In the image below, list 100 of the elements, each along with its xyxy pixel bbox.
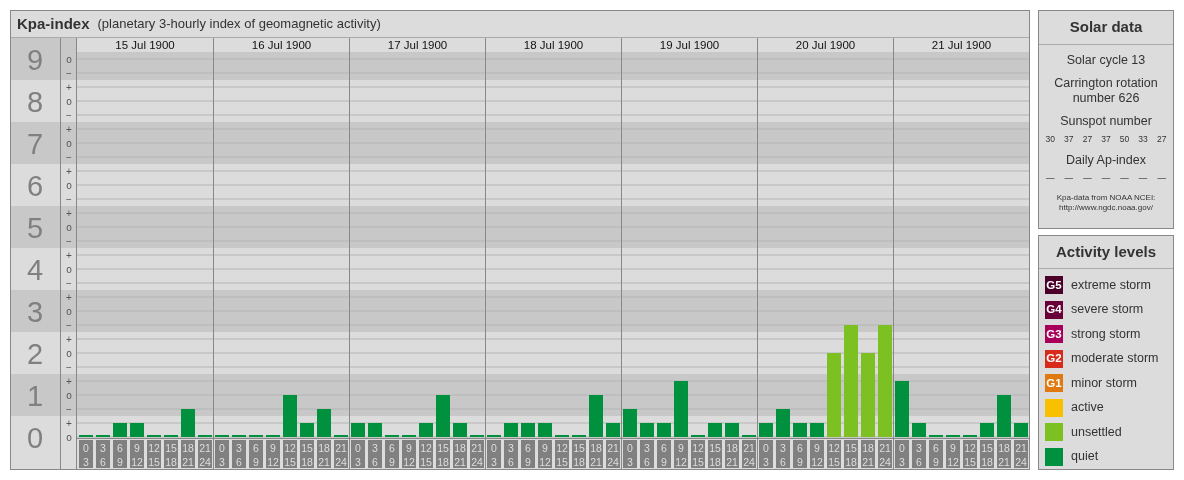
level-swatch: G1 [1045, 374, 1063, 393]
date-label: 20 Jul 1900 [795, 39, 856, 51]
scale-label: 7 [26, 128, 44, 160]
time-slot-label: 15 18 [980, 440, 994, 468]
scale-mark: o [66, 137, 72, 149]
kp-bar [606, 423, 620, 437]
carrington-text: Carrington rotation number 626 [1053, 75, 1159, 106]
time-slot-label: 12 15 [555, 440, 569, 468]
time-slot-label: 9 12 [130, 440, 144, 468]
scale-mark: + [66, 375, 72, 387]
time-slot-label: 18 21 [589, 440, 603, 468]
time-slot-label: 3 6 [232, 440, 246, 468]
scale-mark: o [66, 347, 72, 359]
scale-mark: + [66, 165, 72, 177]
level-label: active [1071, 399, 1104, 417]
kp-bar [453, 423, 467, 437]
kp-bar [283, 395, 297, 437]
time-slot-label: 6 9 [385, 440, 399, 468]
scale-label: 3 [26, 296, 44, 328]
kp-bar [708, 423, 722, 437]
time-slot-label: 9 12 [946, 440, 960, 468]
time-slot-label: 21 24 [334, 440, 348, 468]
scale-mark: o [66, 431, 72, 443]
time-slot-label: 6 9 [657, 440, 671, 468]
kp-bar [895, 381, 909, 437]
time-slot-label: 18 21 [181, 440, 195, 468]
time-slot-label: 15 18 [708, 440, 722, 468]
scale-mark: − [66, 109, 72, 121]
scale-label: 9 [26, 44, 44, 76]
time-slot-label: 21 24 [470, 440, 484, 468]
sunspot-value: 37 [1064, 132, 1074, 146]
scale-mark: − [66, 319, 72, 331]
kp-bar [997, 395, 1011, 437]
sunspot-value: 33 [1138, 132, 1148, 146]
time-slot-label: 12 15 [283, 440, 297, 468]
scale-mark: − [66, 235, 72, 247]
scale-mark: − [66, 193, 72, 205]
time-slot-label: 0 3 [895, 440, 909, 468]
chart-title: Kpa-index [17, 13, 90, 34]
time-slot-label: 18 21 [725, 440, 739, 468]
kp-bar [300, 423, 314, 437]
scale-mark: o [66, 53, 72, 65]
time-slot-label: 15 18 [300, 440, 314, 468]
scale-mark: o [66, 95, 72, 107]
time-slot-label: 9 12 [810, 440, 824, 468]
scale-mark: o [66, 389, 72, 401]
scale-label: 8 [26, 86, 44, 118]
time-slot-label: 9 12 [402, 440, 416, 468]
kp-bar [674, 381, 688, 437]
time-slot-label: 18 21 [317, 440, 331, 468]
kp-bar [436, 395, 450, 437]
level-label: severe storm [1071, 301, 1144, 319]
level-label: extreme storm [1071, 276, 1151, 294]
time-slot-label: 3 6 [912, 440, 926, 468]
time-slot-label: 3 6 [368, 440, 382, 468]
time-slot-label: 12 15 [147, 440, 161, 468]
kp-bar [980, 423, 994, 437]
kp-bar [521, 423, 535, 437]
level-swatch: G4 [1045, 300, 1063, 319]
time-slot-label: 15 18 [164, 440, 178, 468]
ap-index-value: — [1101, 172, 1111, 185]
sunspot-value: 30 [1045, 132, 1055, 146]
scale-label: 4 [26, 254, 44, 286]
time-slot-label: 21 24 [198, 440, 212, 468]
kp-bar [351, 423, 365, 437]
time-slot-label: 18 21 [453, 440, 467, 468]
kp-bar [657, 423, 671, 437]
time-slot-label: 3 6 [776, 440, 790, 468]
date-label: 18 Jul 1900 [523, 39, 584, 51]
level-swatch: G5 [1045, 276, 1063, 295]
sunspot-title: Sunspot number [1059, 113, 1153, 129]
scale-mark: − [66, 277, 72, 289]
scale-label: 1 [26, 380, 44, 412]
scale-mark: − [66, 361, 72, 373]
time-slot-label: 12 15 [691, 440, 705, 468]
time-slot-label: 0 3 [487, 440, 501, 468]
time-slot-label: 15 18 [844, 440, 858, 468]
scale-mark: o [66, 179, 72, 191]
time-slot-label: 6 9 [249, 440, 263, 468]
time-slot-label: 0 3 [351, 440, 365, 468]
level-label: moderate storm [1071, 350, 1159, 368]
scale-mark: + [66, 123, 72, 135]
time-slot-label: 21 24 [742, 440, 756, 468]
time-slot-label: 21 24 [1014, 440, 1028, 468]
date-label: 15 Jul 1900 [115, 39, 175, 51]
kp-bar [538, 423, 552, 437]
time-slot-label: 12 15 [827, 440, 841, 468]
kp-bar [640, 423, 654, 437]
time-slot-label: 15 18 [572, 440, 586, 468]
kp-bar [113, 423, 127, 437]
kp-bar [504, 423, 518, 437]
time-slot-label: 3 6 [504, 440, 518, 468]
kp-bar [725, 423, 739, 437]
source-url: http://www.ngdc.noaa.gov/ [1058, 202, 1154, 213]
level-swatch: G3 [1045, 325, 1063, 344]
kp-bar [130, 423, 144, 437]
sunspot-value: 50 [1119, 132, 1130, 146]
ap-index-value: — [1064, 172, 1074, 185]
kp-bar [419, 423, 433, 437]
scale-label: 5 [26, 212, 44, 244]
